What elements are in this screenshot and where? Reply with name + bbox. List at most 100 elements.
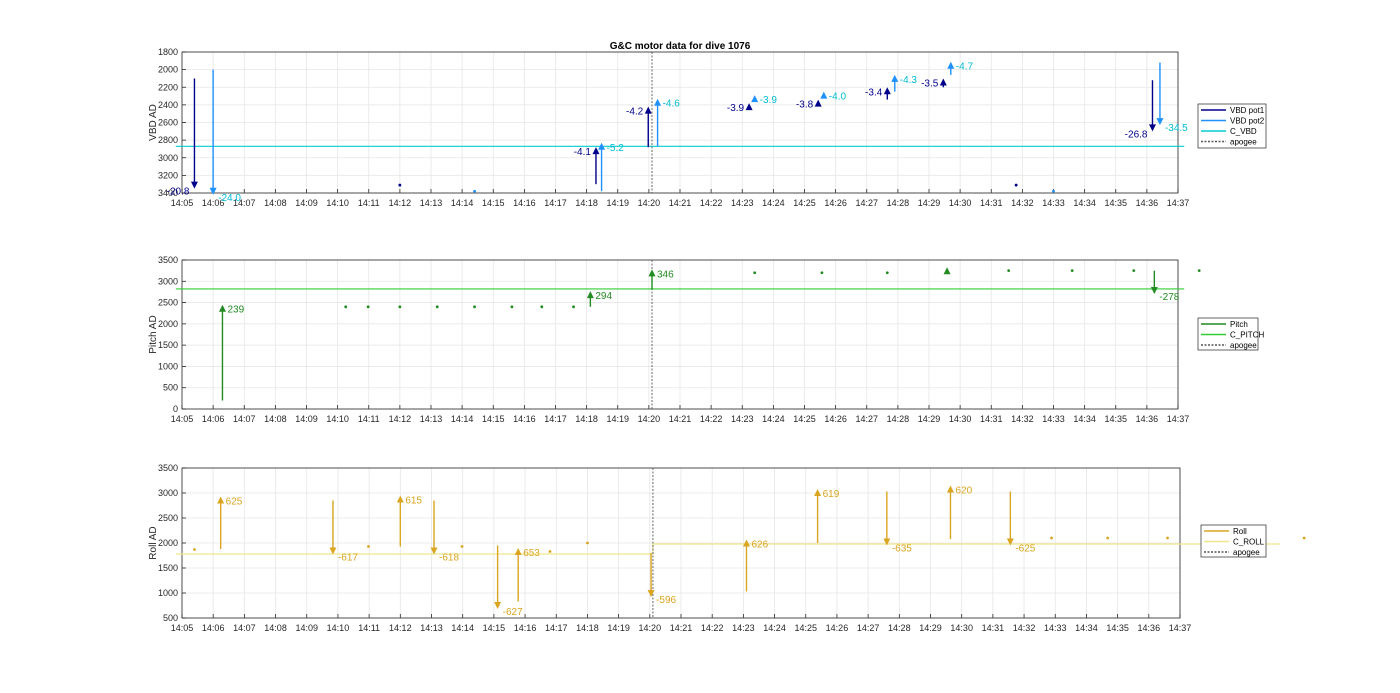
y-tick-label: 3000 (158, 153, 178, 163)
data-point-pitch (473, 305, 476, 309)
move-label: -34.5 (1165, 123, 1188, 134)
x-tick-label: 14:37 (1167, 414, 1190, 424)
y-tick-label: 3500 (158, 463, 178, 473)
data-point-pitch (1070, 269, 1074, 273)
y-tick-label: 2600 (158, 118, 178, 128)
data-point-pitch (435, 305, 439, 309)
x-tick-label: 14:13 (420, 414, 443, 424)
y-tick-label: 1500 (158, 340, 178, 350)
x-tick-label: 14:18 (576, 623, 599, 633)
legend-entry: Roll (1233, 527, 1247, 536)
x-tick-label: 14:10 (326, 198, 349, 208)
legend-entry: apogee (1233, 548, 1260, 557)
x-tick-label: 14:09 (295, 198, 318, 208)
y-axis-label: Roll AD (148, 526, 159, 559)
x-tick-label: 14:08 (264, 198, 287, 208)
x-tick-label: 14:26 (826, 623, 849, 633)
data-point-roll (1106, 536, 1110, 540)
x-tick-label: 14:31 (982, 623, 1005, 633)
y-tick-label: 2800 (158, 135, 178, 145)
y-tick-label: 2200 (158, 82, 178, 92)
x-tick-label: 14:33 (1042, 414, 1065, 424)
x-tick-label: 14:08 (264, 414, 287, 424)
x-tick-label: 14:12 (389, 198, 412, 208)
legend: VBD pot1 VBD pot2C_VBDapogee (1197, 103, 1267, 149)
x-tick-label: 14:15 (482, 198, 505, 208)
move-label: -596 (656, 595, 676, 606)
legend-entry: apogee (1230, 341, 1257, 350)
x-tick-label: 14:17 (544, 414, 567, 424)
x-tick-label: 14:16 (513, 198, 536, 208)
x-tick-label: 14:35 (1104, 198, 1127, 208)
move-label: -4.0 (829, 92, 847, 103)
legend-entry: VBD pot2 (1230, 117, 1265, 126)
x-tick-label: 14:29 (919, 623, 942, 633)
data-point-roll (548, 550, 552, 553)
data-point-pitch (510, 305, 514, 309)
move-label: -4.2 (626, 107, 644, 118)
move-label: -3.9 (760, 95, 778, 106)
x-tick-label: 14:33 (1042, 198, 1065, 208)
y-tick-label: 2500 (158, 298, 178, 308)
x-tick-label: 14:17 (545, 623, 568, 633)
x-tick-label: 14:24 (762, 414, 785, 424)
x-tick-label: 14:09 (295, 414, 318, 424)
data-point-pitch (1197, 269, 1201, 273)
figure-canvas: 14:05 14:06 14:07 14:08 14:09 14:10 14:11 14:12… (148, 41, 1306, 633)
data-point-roll (1050, 536, 1053, 540)
x-tick-label: 14:27 (855, 414, 878, 424)
move-label: 294 (595, 291, 612, 302)
x-tick-label: 14:11 (358, 623, 380, 633)
x-tick-label: 14:22 (700, 198, 723, 208)
data-point-vbd-pot1 (1014, 183, 1018, 187)
x-tick-label: 14:20 (639, 623, 662, 633)
x-tick-label: 14:25 (794, 623, 817, 633)
move-label: -26.8 (1125, 129, 1148, 140)
y-tick-label: 3500 (158, 255, 178, 265)
data-point-pitch (885, 271, 889, 275)
legend-entry: C_PITCH (1230, 331, 1264, 340)
move-label: -625 (1015, 544, 1035, 555)
x-tick-label: 14:23 (732, 623, 755, 633)
legend: Pitch C_PITCHapogee (1197, 317, 1264, 351)
y-tick-label: 2000 (158, 319, 178, 329)
data-point-roll (586, 541, 589, 545)
y-tick-label: 0 (173, 404, 178, 414)
move-label: 346 (657, 269, 674, 280)
x-tick-label: 14:28 (887, 414, 910, 424)
data-point-roll (1302, 536, 1306, 540)
x-tick-label: 14:25 (793, 414, 816, 424)
move-label: 619 (823, 489, 840, 500)
x-tick-label: 14:34 (1073, 198, 1096, 208)
legend: Roll C_ROLLapogee (1200, 524, 1267, 558)
x-tick-label: 14:05 (171, 198, 194, 208)
x-tick-label: 14:27 (857, 623, 880, 633)
x-tick-label: 14:19 (606, 414, 629, 424)
x-tick-label: 14:26 (824, 198, 847, 208)
move-label: -20.8 (167, 187, 190, 198)
move-label: 625 (226, 497, 243, 508)
y-tick-label: 3000 (158, 276, 178, 286)
y-tick-label: 2400 (158, 100, 178, 110)
data-point-pitch (1007, 269, 1011, 273)
data-point-pitch (540, 305, 544, 309)
x-tick-label: 14:07 (233, 623, 256, 633)
x-tick-label: 14:11 (358, 414, 380, 424)
x-tick-label: 14:23 (731, 414, 754, 424)
chart-panel-1: 14:05 14:06 14:07 14:08 14:09 14:10 14:11 14:12… (148, 41, 1267, 208)
move-label: 653 (523, 548, 540, 559)
x-tick-label: 14:36 (1136, 198, 1159, 208)
data-point-vbd-pot2 (473, 189, 476, 193)
legend-entry: C_VBD (1230, 127, 1257, 136)
x-tick-label: 14:24 (762, 198, 785, 208)
move-label: -4.7 (956, 62, 974, 73)
move-label: -4.1 (574, 147, 592, 158)
y-tick-label: 1000 (158, 361, 178, 371)
x-tick-label: 14:08 (264, 623, 287, 633)
data-point-roll (367, 545, 370, 548)
move-label: -3.8 (796, 100, 814, 111)
legend-entry: Pitch (1230, 320, 1248, 329)
x-tick-label: 14:06 (202, 414, 225, 424)
data-point-roll (193, 548, 196, 551)
x-tick-label: 14:15 (483, 623, 506, 633)
